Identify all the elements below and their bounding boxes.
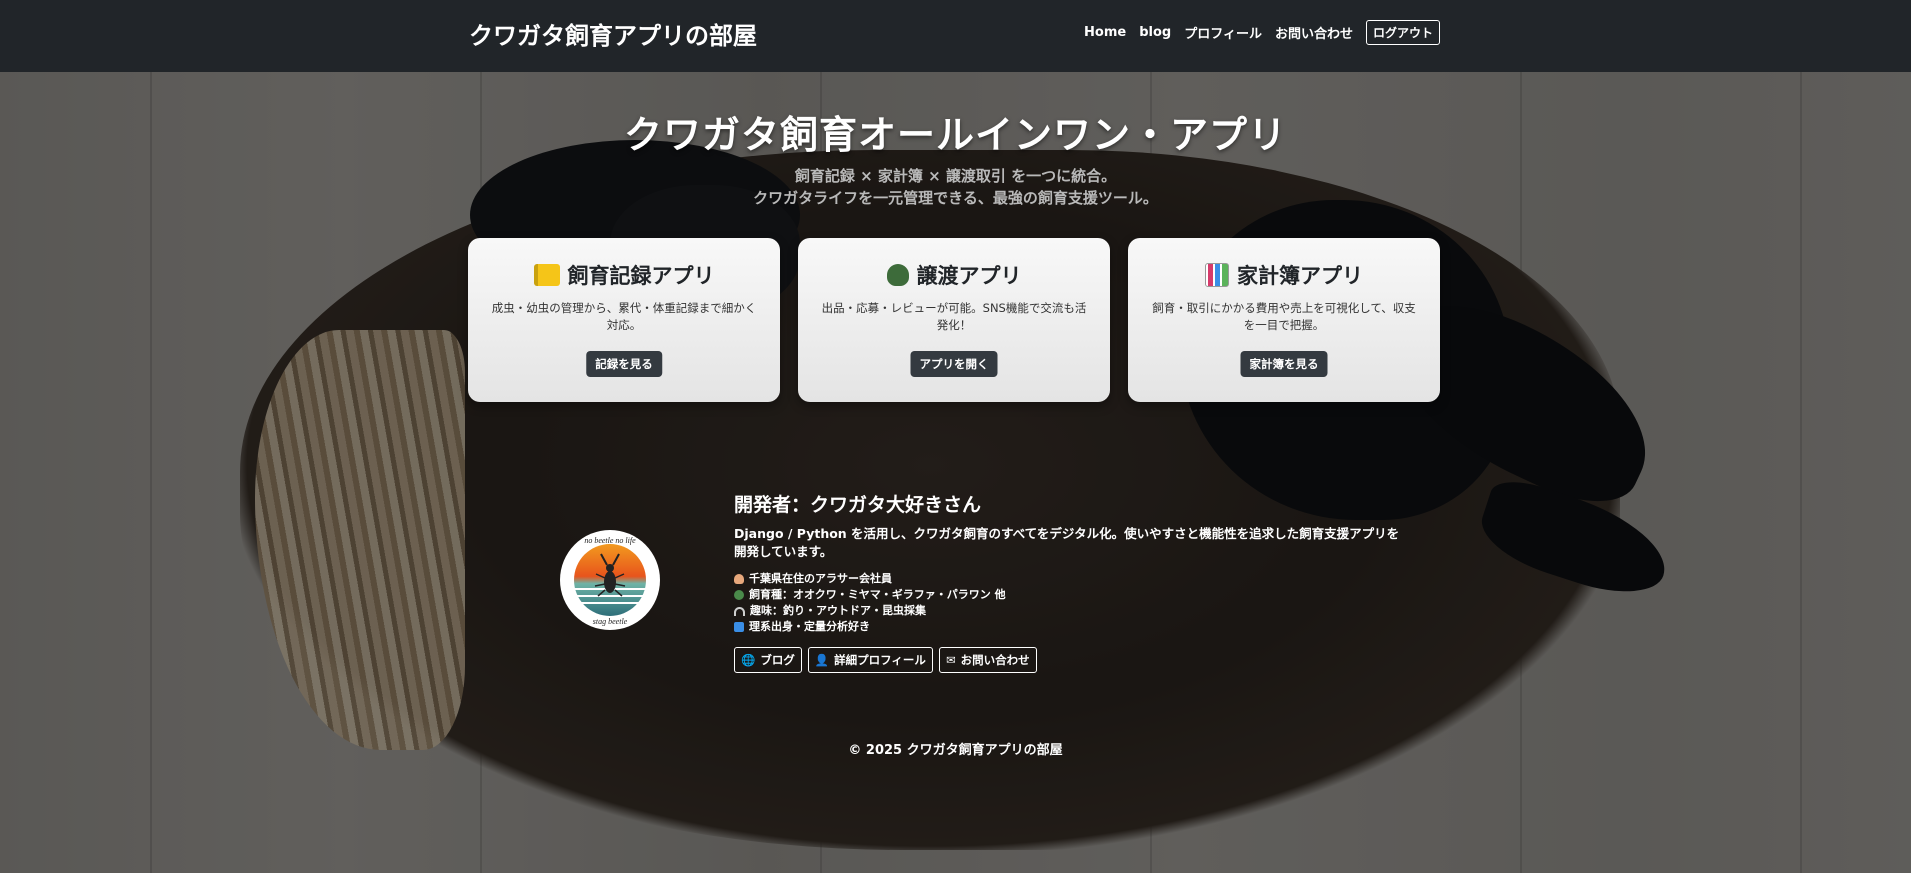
beetle-icon <box>886 264 909 286</box>
list-item: 飼育種：オオクワ・ミヤマ・ギラファ・パラワン 他 <box>734 587 1404 603</box>
developer-facts: 千葉県在住のアラサー会社員 飼育種：オオクワ・ミヤマ・ギラファ・パラワン 他 趣… <box>734 571 1404 635</box>
app-cards: 飼育記録アプリ 成虫・幼虫の管理から、累代・体重記録まで細かく対応。 記録を見る… <box>468 238 1440 402</box>
list-item: 趣味：釣り・アウトドア・昆虫採集 <box>734 603 1404 619</box>
contact-link-button[interactable]: ✉ お問い合わせ <box>938 647 1037 673</box>
card-title: 家計簿アプリ <box>1128 260 1440 290</box>
view-budget-button[interactable]: 家計簿を見る <box>1240 351 1328 377</box>
beetle-icon <box>734 590 744 600</box>
card-text: 成虫・幼虫の管理から、累代・体重記録まで細かく対応。 <box>491 301 757 332</box>
developer-description: Django / Python を活用し、クワガタ飼育のすべてをデジタル化。使い… <box>734 526 1400 559</box>
card-breeding-record: 飼育記録アプリ 成虫・幼虫の管理から、累代・体重記録まで細かく対応。 記録を見る <box>468 238 780 402</box>
notebook-icon <box>533 264 560 286</box>
list-item: 千葉県在住のアラサー会社員 <box>734 571 1404 587</box>
avatar-text-bottom: stag beetle <box>593 617 628 626</box>
avatar-text-top: no beetle no life <box>584 536 636 545</box>
hero-subtitle-line1: 飼育記録 × 家計簿 × 譲渡取引 を一つに統合。 <box>794 167 1117 185</box>
list-item: 理系出身・定量分析好き <box>734 619 1404 635</box>
view-records-button[interactable]: 記録を見る <box>586 351 662 377</box>
bar-chart-icon <box>1205 263 1229 287</box>
profile-link-button[interactable]: 👤 詳細プロフィール <box>807 647 933 673</box>
user-icon: 👤 <box>814 653 830 667</box>
open-app-button[interactable]: アプリを開く <box>910 351 998 377</box>
logout-button[interactable]: ログアウト <box>1365 20 1440 45</box>
footer-copyright: © 2025 クワガタ飼育アプリの部屋 <box>848 743 1063 758</box>
book-icon <box>734 622 744 632</box>
hero-title: クワガタ飼育オールインワン・アプリ <box>623 113 1287 157</box>
site-brand[interactable]: クワガタ飼育アプリの部屋 <box>469 16 757 51</box>
developer-avatar: no beetle no life stag beetle <box>560 530 660 630</box>
card-text: 出品・応募・レビューが可能。SNS機能で交流も活発化！ <box>821 301 1087 332</box>
globe-icon: 🌐 <box>741 653 756 667</box>
nav-blog[interactable]: blog <box>1139 25 1171 40</box>
blog-link-button[interactable]: 🌐 ブログ <box>734 647 802 673</box>
developer-section: 開発者：クワガタ大好きさん Django / Python を活用し、クワガタ飼… <box>734 490 1404 673</box>
person-icon <box>734 574 744 584</box>
navbar: クワガタ飼育アプリの部屋 Home blog プロフィール お問い合わせ ログア… <box>0 0 1911 72</box>
headphones-icon <box>734 606 745 616</box>
hero-section: クワガタ飼育オールインワン・アプリ 飼育記録 × 家計簿 × 譲渡取引 を一つに… <box>0 104 1911 209</box>
developer-links: 🌐 ブログ 👤 詳細プロフィール ✉ お問い合わせ <box>734 647 1404 673</box>
card-transfer: 譲渡アプリ 出品・応募・レビューが可能。SNS機能で交流も活発化！ アプリを開く <box>798 238 1110 402</box>
nav-contact[interactable]: お問い合わせ <box>1275 23 1353 42</box>
stag-beetle-logo: no beetle no life stag beetle <box>574 536 646 626</box>
nav-home[interactable]: Home <box>1084 25 1126 40</box>
card-text: 飼育・取引にかかる費用や売上を可視化して、収支を一目で把握。 <box>1152 301 1416 332</box>
nav-profile[interactable]: プロフィール <box>1184 23 1262 42</box>
card-title: 飼育記録アプリ <box>468 260 780 290</box>
mail-icon: ✉ <box>945 653 956 667</box>
nav-links: Home blog プロフィール お問い合わせ ログアウト <box>1084 20 1440 45</box>
card-title: 譲渡アプリ <box>798 260 1110 290</box>
developer-name: 開発者：クワガタ大好きさん <box>734 494 982 516</box>
hero-subtitle: 飼育記録 × 家計簿 × 譲渡取引 を一つに統合。 クワガタライフを一元管理でき… <box>0 165 1911 209</box>
card-household-budget: 家計簿アプリ 飼育・取引にかかる費用や売上を可視化して、収支を一目で把握。 家計… <box>1128 238 1440 402</box>
hero-subtitle-line2: クワガタライフを一元管理できる、最強の飼育支援ツール。 <box>753 189 1158 207</box>
